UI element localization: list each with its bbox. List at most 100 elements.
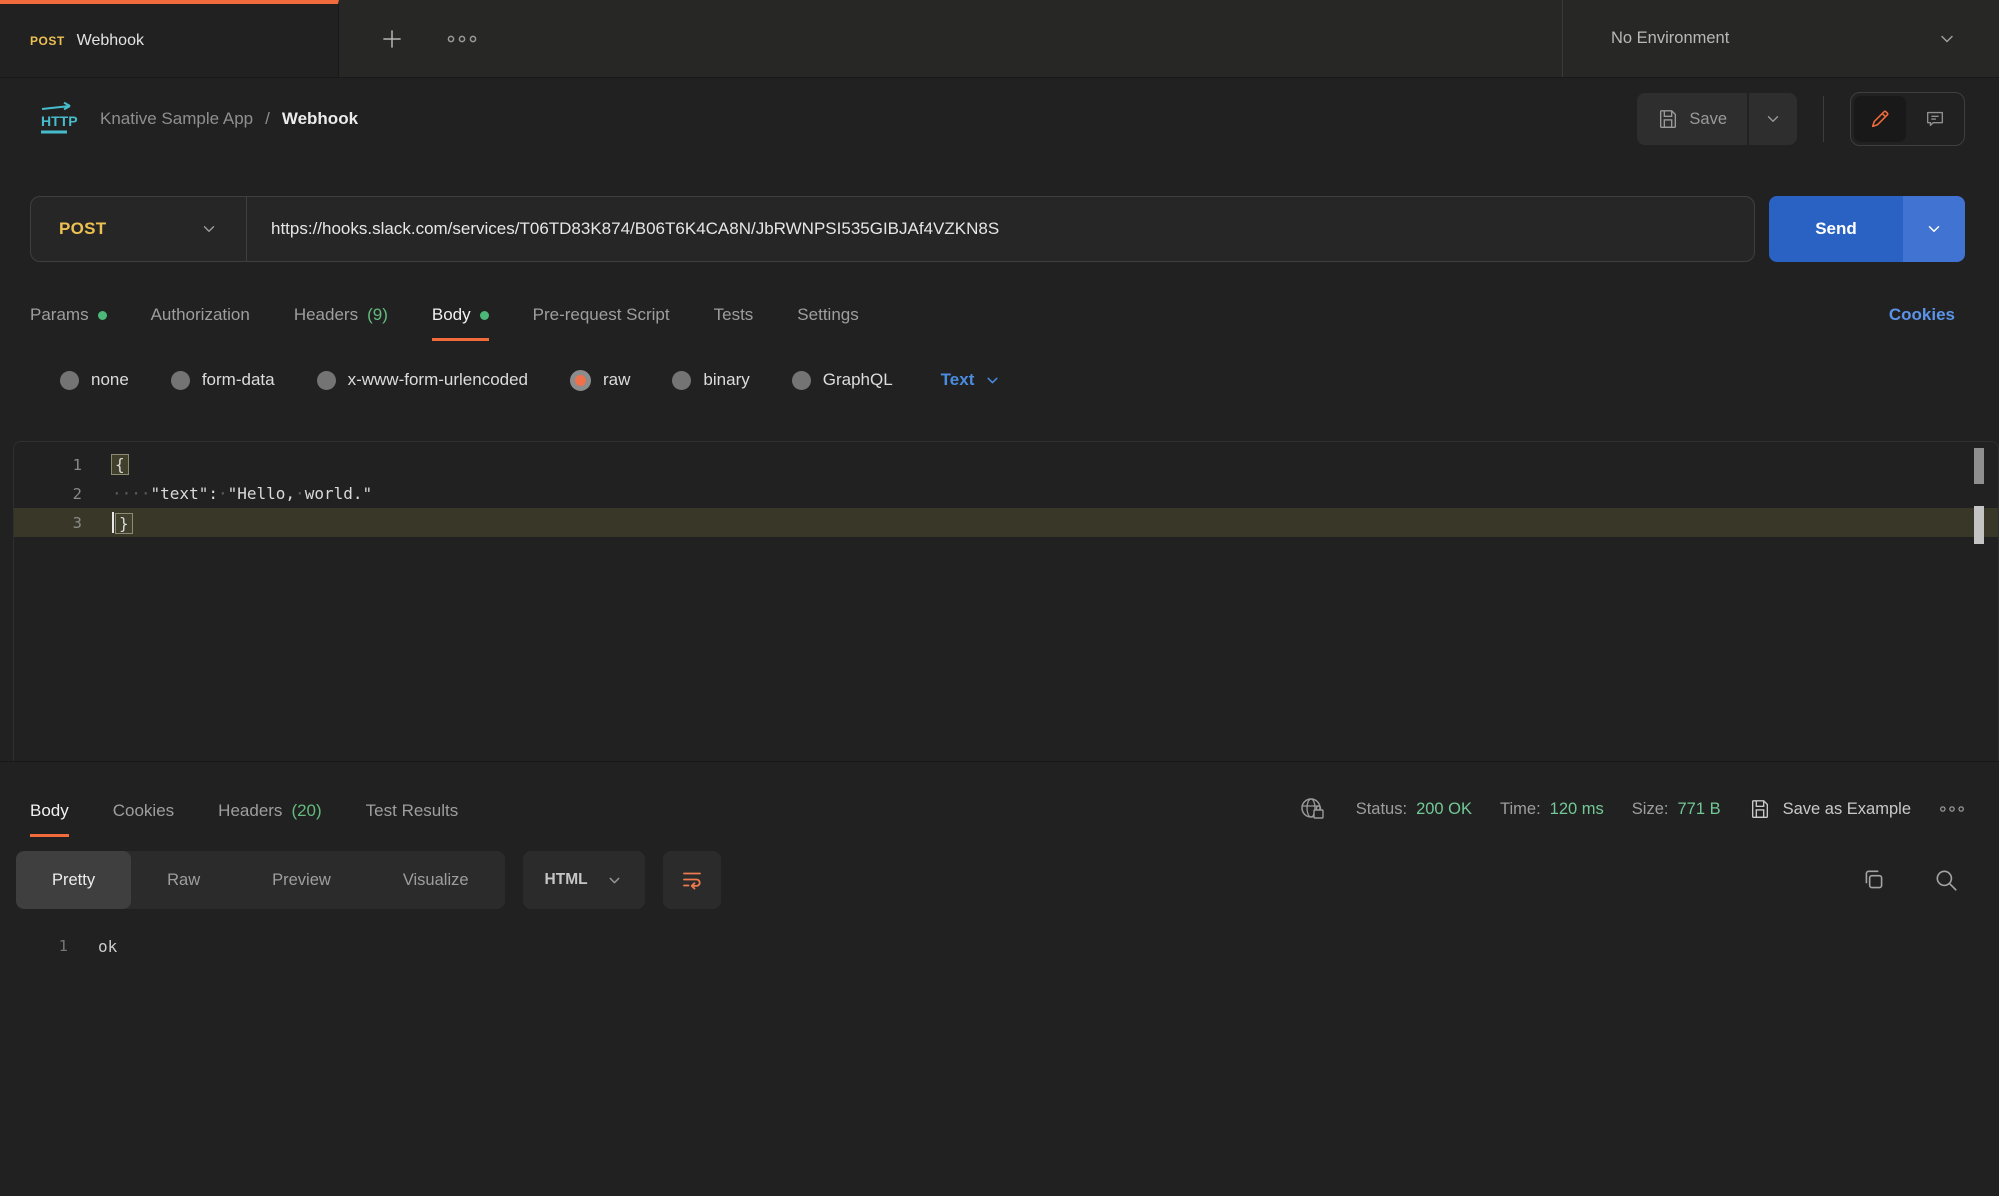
response-tab-test-results[interactable]: Test Results [366, 801, 459, 837]
modified-indicator-dot [480, 311, 489, 320]
tab-authorization[interactable]: Authorization [151, 305, 250, 341]
request-url-row: POST Send [30, 196, 1965, 262]
response-tab-headers[interactable]: Headers (20) [218, 801, 322, 837]
code-token: "text": [151, 484, 218, 503]
save-button[interactable]: Save [1637, 93, 1747, 145]
tab-tests[interactable]: Tests [714, 305, 754, 341]
send-options-button[interactable] [1903, 196, 1965, 262]
copy-response-button[interactable] [1861, 867, 1887, 893]
view-mode-switcher: Pretty Raw Preview Visualize [16, 851, 505, 909]
view-mode-pretty[interactable]: Pretty [16, 851, 131, 909]
save-options-button[interactable] [1749, 93, 1797, 145]
search-response-button[interactable] [1933, 867, 1959, 893]
raw-language-selector[interactable]: Text [941, 370, 1002, 390]
environment-selector[interactable]: No Environment [1562, 0, 1999, 77]
tab-pre-request-script-label: Pre-request Script [533, 305, 670, 325]
send-button-label[interactable]: Send [1769, 196, 1903, 262]
raw-language-value: Text [941, 370, 975, 390]
tab-pre-request-script[interactable]: Pre-request Script [533, 305, 670, 341]
tab-params[interactable]: Params [30, 305, 107, 341]
code-token: "Hello, [228, 484, 295, 503]
method-selector[interactable]: POST [31, 197, 247, 261]
url-input[interactable] [247, 197, 1754, 261]
response-body-viewer[interactable]: 1 ok [0, 937, 1999, 956]
tab-settings-label: Settings [797, 305, 858, 325]
editor-line[interactable]: 2 ····"text":·"Hello,·world." [14, 479, 1998, 508]
radio-icon[interactable] [792, 371, 811, 390]
tab-headers[interactable]: Headers (9) [294, 305, 388, 341]
size-value: 771 B [1677, 800, 1720, 819]
response-format-value: HTML [545, 871, 588, 889]
body-mode-none[interactable]: none [60, 370, 129, 390]
radio-selected-icon[interactable] [570, 370, 591, 391]
modified-indicator-dot [98, 311, 107, 320]
method-value: POST [59, 219, 107, 239]
send-button[interactable]: Send [1769, 196, 1965, 262]
more-options-icon [1939, 804, 1965, 814]
response-tab-cookies-label: Cookies [113, 801, 174, 821]
tab-body-label: Body [432, 305, 471, 325]
new-tab-button[interactable] [379, 26, 405, 52]
whitespace-dot: · [218, 484, 228, 503]
breadcrumb-collection[interactable]: Knative Sample App [100, 109, 253, 129]
code-token: world." [305, 484, 372, 503]
editor-current-line[interactable]: 3 } [14, 508, 1998, 537]
body-mode-graphql[interactable]: GraphQL [792, 370, 893, 390]
response-tab-headers-label: Headers [218, 801, 282, 821]
radio-icon[interactable] [317, 371, 336, 390]
response-tab-body[interactable]: Body [30, 801, 69, 837]
body-mode-raw[interactable]: raw [570, 370, 630, 391]
status-indicator[interactable]: Status: 200 OK [1356, 800, 1472, 819]
body-mode-binary[interactable]: binary [672, 370, 749, 390]
request-body-editor[interactable]: 1 { 2 ····"text":·"Hello,·world." 3 } [13, 441, 1999, 761]
edit-request-button[interactable] [1854, 96, 1906, 142]
whitespace-dot: · [295, 484, 305, 503]
body-mode-x-www-form-urlencoded[interactable]: x-www-form-urlencoded [317, 370, 528, 390]
text-cursor [112, 512, 114, 533]
response-tab-cookies[interactable]: Cookies [113, 801, 174, 837]
time-indicator[interactable]: Time: 120 ms [1500, 800, 1604, 819]
http-request-icon: HTTP [38, 101, 78, 137]
response-body-content: ok [98, 937, 117, 956]
request-tabs: Params Authorization Headers (9) Body Pr… [0, 262, 1999, 341]
body-mode-form-data[interactable]: form-data [171, 370, 275, 390]
view-mode-visualize[interactable]: Visualize [367, 851, 505, 909]
body-mode-raw-label: raw [603, 370, 630, 390]
breadcrumb-request-name[interactable]: Webhook [282, 109, 358, 129]
response-options-button[interactable] [1939, 804, 1965, 814]
status-value: 200 OK [1416, 800, 1472, 819]
save-icon [1657, 108, 1679, 130]
tab-settings[interactable]: Settings [797, 305, 858, 341]
body-mode-none-label: none [91, 370, 129, 390]
line-number: 2 [14, 485, 82, 503]
editor-scrollbar-cursor-mark[interactable] [1974, 506, 1984, 544]
tab-options-button[interactable] [447, 33, 477, 45]
radio-icon[interactable] [60, 371, 79, 390]
pencil-icon [1869, 108, 1891, 130]
tab-authorization-label: Authorization [151, 305, 250, 325]
response-tabs: Body Cookies Headers (20) Test Results S… [0, 762, 1999, 837]
request-tab-webhook[interactable]: POST Webhook [0, 0, 339, 77]
tab-method-label: POST [30, 34, 65, 48]
size-label: Size: [1632, 800, 1669, 819]
radio-icon[interactable] [672, 371, 691, 390]
view-mode-preview[interactable]: Preview [236, 851, 367, 909]
tab-params-label: Params [30, 305, 89, 325]
body-mode-graphql-label: GraphQL [823, 370, 893, 390]
copy-icon [1861, 867, 1887, 893]
tab-body[interactable]: Body [432, 305, 489, 341]
response-format-selector[interactable]: HTML [523, 851, 645, 909]
radio-icon[interactable] [171, 371, 190, 390]
editor-scrollbar-mark[interactable] [1974, 448, 1984, 484]
wrap-text-button[interactable] [663, 851, 721, 909]
size-indicator[interactable]: Size: 771 B [1632, 800, 1721, 819]
body-mode-form-data-label: form-data [202, 370, 275, 390]
view-mode-raw[interactable]: Raw [131, 851, 236, 909]
cookies-link[interactable]: Cookies [1889, 305, 1955, 341]
divider [1823, 96, 1824, 142]
editor-line[interactable]: 1 { [14, 450, 1998, 479]
url-bar: POST [30, 196, 1755, 262]
comments-button[interactable] [1909, 96, 1961, 142]
network-globe-icon[interactable] [1298, 795, 1328, 823]
save-as-example-button[interactable]: Save as Example [1749, 798, 1911, 820]
